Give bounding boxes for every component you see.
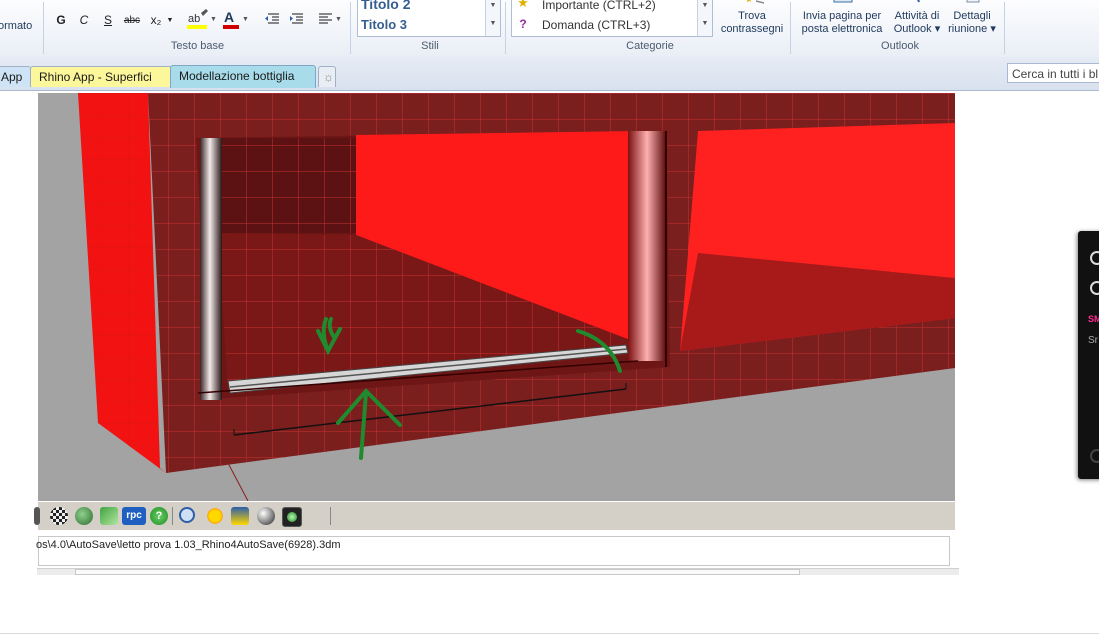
- find-tags-icon: [747, 0, 765, 4]
- search-input[interactable]: Cerca in tutti i bl: [1007, 63, 1099, 83]
- toolbar-separator: [330, 507, 331, 525]
- invia-label: Invia pagina per: [802, 10, 882, 22]
- group-label-stili: Stili: [421, 40, 439, 52]
- format-label[interactable]: ormato: [0, 20, 32, 32]
- meeting-icon: [966, 0, 980, 3]
- bold-button[interactable]: G: [53, 12, 69, 29]
- pause-icon[interactable]: [1090, 281, 1099, 295]
- highlight-icon[interactable]: ab ▼: [186, 9, 216, 31]
- overlay-title: SM: [1088, 314, 1099, 324]
- subscript-button[interactable]: x₂: [146, 12, 166, 29]
- rpc-icon[interactable]: rpc: [122, 507, 146, 525]
- riunione-dropdown-label: riunione ▾: [948, 23, 996, 35]
- contrassegni-label: contrassegni: [720, 23, 784, 35]
- more-icon[interactable]: ▼: [698, 18, 712, 30]
- overlay-subtitle: Sr: [1088, 335, 1098, 346]
- font-color-icon[interactable]: A ▼: [222, 9, 250, 31]
- svg-text:▼: ▼: [242, 16, 249, 23]
- chevron-down-icon[interactable]: ▼: [698, 0, 712, 12]
- star-icon: ★: [517, 0, 529, 10]
- categories-scroll[interactable]: ▼ ▼: [697, 0, 712, 36]
- group-label-outlook: Outlook: [881, 40, 919, 52]
- checker-icon[interactable]: [50, 507, 68, 525]
- style-titolo-3[interactable]: Titolo 3: [361, 17, 407, 32]
- zoom-icon[interactable]: [179, 507, 195, 523]
- task-icon: [917, 0, 920, 3]
- green-sphere-icon[interactable]: [282, 507, 302, 527]
- media-overlay-panel: SM Sr: [1078, 231, 1099, 479]
- light-icon[interactable]: [231, 507, 249, 525]
- group-label-testo-base: Testo base: [170, 40, 225, 52]
- more-icon[interactable]: ▼: [486, 18, 500, 30]
- indent-icon[interactable]: [288, 12, 304, 26]
- question-icon: ?: [519, 17, 527, 31]
- page-bottom-divider: [0, 633, 1099, 634]
- style-titolo-2[interactable]: Titolo 2: [361, 0, 411, 12]
- svg-text:▼: ▼: [335, 16, 342, 23]
- group-label-categorie: Categorie: [626, 40, 674, 52]
- render-icon[interactable]: [34, 507, 40, 525]
- category-domanda[interactable]: ? Domanda (CTRL+3): [512, 16, 696, 34]
- trova-label: Trova: [738, 10, 766, 22]
- help-icon[interactable]: ?: [150, 507, 168, 525]
- rhino-command-line: [75, 569, 800, 575]
- overlay-control-icon[interactable]: [1090, 449, 1099, 463]
- align-icon[interactable]: ▼: [318, 12, 344, 26]
- ribbon: ormato G C S abc x₂ ▼ ab ▼ A ▼ ▼ Testo b…: [0, 0, 1099, 58]
- group-separator: [350, 2, 351, 54]
- dettagli-label: Dettagli: [953, 10, 991, 22]
- rhino-status-bar: os\4.0\AutoSave\letto prova 1.03_Rhino4A…: [36, 536, 950, 566]
- new-section-tab[interactable]: ☼: [318, 66, 336, 87]
- group-separator: [1004, 2, 1005, 54]
- email-icon: [833, 0, 853, 3]
- styles-scroll[interactable]: ▼ ▼: [485, 0, 500, 36]
- svg-text:A: A: [224, 9, 234, 25]
- attivita-label: Attività di: [894, 10, 940, 22]
- svg-text:▼: ▼: [210, 16, 216, 23]
- posta-label: posta elettronica: [801, 23, 883, 35]
- globe-icon[interactable]: [75, 507, 93, 525]
- chevron-down-icon[interactable]: ▼: [166, 12, 174, 29]
- category-importante[interactable]: ★ Importante (CTRL+2): [512, 0, 696, 15]
- chevron-down-icon[interactable]: ▼: [486, 0, 500, 12]
- group-separator: [43, 2, 44, 54]
- outdent-icon[interactable]: [264, 12, 280, 26]
- outlook-dropdown-label: Outlook ▾: [893, 23, 941, 35]
- styles-gallery[interactable]: Titolo 2 Titolo 3 ▼ ▼: [357, 0, 501, 37]
- brush-icon[interactable]: [100, 507, 118, 525]
- italic-button[interactable]: C: [76, 12, 92, 29]
- tab-app[interactable]: App: [0, 66, 32, 87]
- sphere-icon[interactable]: [257, 507, 275, 525]
- play-icon[interactable]: [1090, 251, 1099, 265]
- svg-text:ab: ab: [188, 13, 200, 25]
- rhino-toolbar: rpc ?: [34, 501, 955, 530]
- group-separator: [790, 2, 791, 54]
- underline-button[interactable]: S: [100, 12, 116, 29]
- section-tabs: App Rhino App - Superfici Modellazione b…: [0, 57, 1099, 91]
- categories-gallery[interactable]: ★ Importante (CTRL+2) ? Domanda (CTRL+3)…: [511, 0, 713, 37]
- rhino-viewport-image: [38, 93, 955, 501]
- autosave-path: os\4.0\AutoSave\letto prova 1.03_Rhino4A…: [36, 539, 341, 551]
- toolbar-separator: [172, 507, 173, 525]
- strikethrough-button[interactable]: abc: [122, 12, 142, 29]
- group-separator: [505, 2, 506, 54]
- tab-rhino-app-superfici[interactable]: Rhino App - Superfici: [30, 66, 172, 87]
- sun-icon[interactable]: [206, 507, 224, 525]
- tab-modellazione-bottiglia[interactable]: Modellazione bottiglia: [170, 65, 316, 88]
